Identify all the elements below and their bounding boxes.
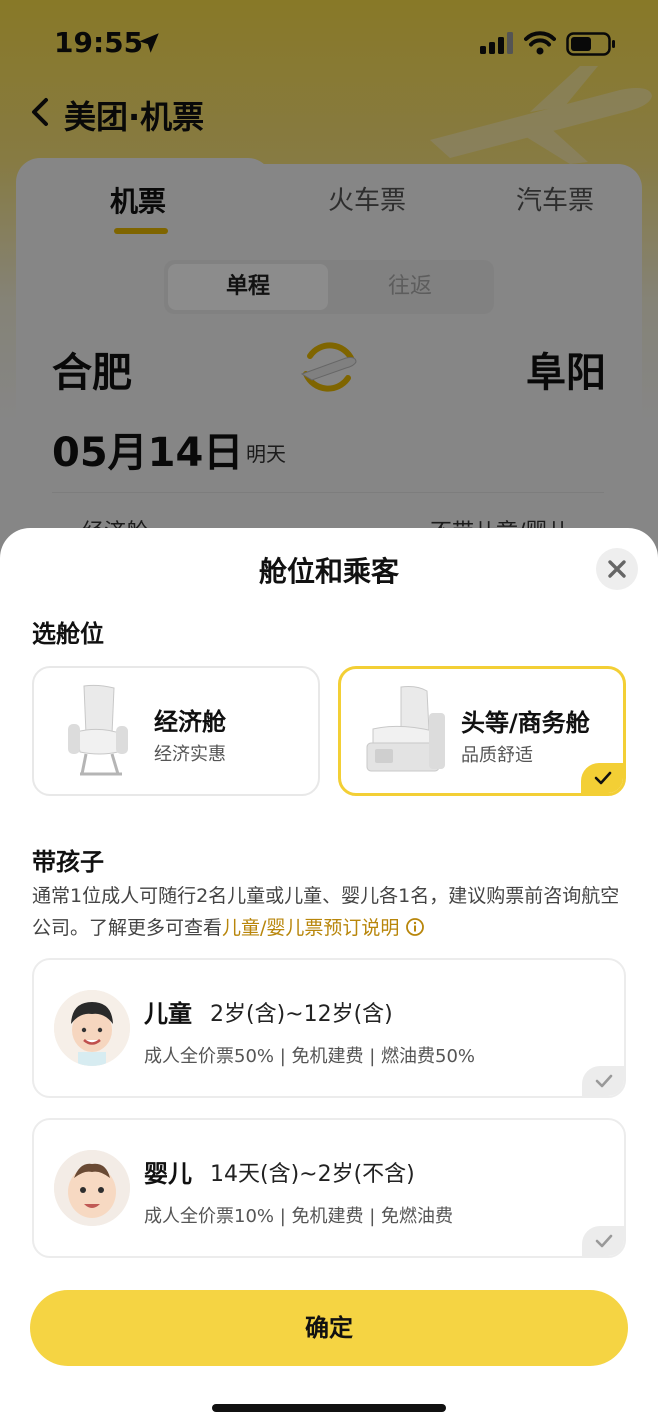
cabin-desc: 品质舒适 — [461, 745, 533, 766]
passenger-fare-desc: 成人全价票50% | 免机建费 | 燃油费50% — [144, 1046, 476, 1067]
selected-checkmark — [581, 763, 623, 793]
close-icon — [608, 560, 626, 578]
confirm-button[interactable]: 确定 — [30, 1290, 628, 1366]
child-avatar — [54, 990, 130, 1066]
sheet-title: 舱位和乘客 — [258, 555, 399, 588]
cabin-desc: 经济实惠 — [154, 744, 226, 765]
passenger-age-range: 14天(含)~2岁(不含) — [210, 1162, 415, 1187]
passenger-type: 儿童 — [144, 1000, 192, 1028]
cabin-option-economy[interactable]: 经济舱 经济实惠 — [32, 666, 320, 796]
passenger-option-child[interactable]: 儿童 2岁(含)~12岁(含) 成人全价票50% | 免机建费 | 燃油费50% — [32, 958, 626, 1098]
infant-avatar — [54, 1150, 130, 1226]
passenger-fare-desc: 成人全价票10% | 免机建费 | 免燃油费 — [144, 1206, 454, 1227]
passenger-type: 婴儿 — [144, 1160, 192, 1188]
checkmark-icon — [595, 1074, 613, 1088]
home-indicator[interactable] — [212, 1404, 446, 1412]
passenger-age-range: 2岁(含)~12岁(含) — [210, 1002, 393, 1027]
info-icon[interactable] — [405, 917, 425, 937]
kids-note: 通常1位成人可随行2名儿童或儿童、婴儿各1名，建议购票前咨询航空公司。了解更多可… — [32, 880, 632, 944]
checkmark-icon — [595, 1234, 613, 1248]
infant-face-icon — [54, 1150, 130, 1226]
unselected-checkmark — [582, 1226, 624, 1256]
unselected-checkmark — [582, 1066, 624, 1096]
checkmark-icon — [594, 771, 612, 785]
business-seat-icon — [366, 686, 445, 772]
cabin-section-label: 选舱位 — [32, 620, 104, 648]
passenger-option-infant[interactable]: 婴儿 14天(含)~2岁(不含) 成人全价票10% | 免机建费 | 免燃油费 — [32, 1118, 626, 1258]
close-button[interactable] — [596, 548, 638, 590]
child-face-icon — [54, 990, 130, 1066]
kids-section-label: 带孩子 — [32, 848, 104, 876]
cabin-name: 经济舱 — [154, 708, 226, 736]
economy-seat-icon — [68, 684, 128, 776]
cabin-name: 头等/商务舱 — [461, 709, 590, 737]
cabin-passenger-sheet: 舱位和乘客 选舱位 经济舱 经济实惠 头等/商务舱 品质舒适 带孩子 通常1位成… — [0, 528, 658, 1424]
cabin-option-business[interactable]: 头等/商务舱 品质舒适 — [338, 666, 626, 796]
kids-ticket-info-link[interactable]: 儿童/婴儿票预订说明 — [222, 917, 399, 939]
